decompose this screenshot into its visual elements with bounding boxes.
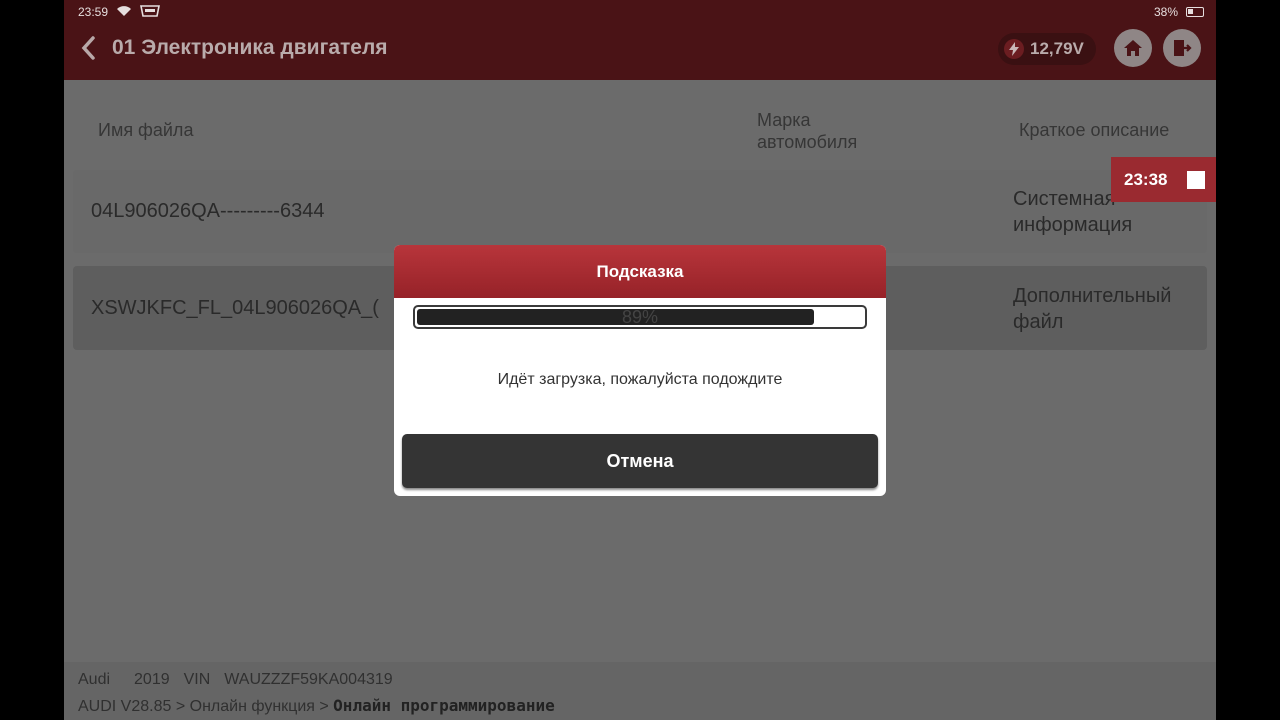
stop-icon[interactable] xyxy=(1187,170,1206,189)
breadcrumb-current: Онлайн программирование xyxy=(333,696,555,715)
home-icon xyxy=(1124,40,1142,56)
download-dialog: Подсказка 89% Идёт загрузка, пожалуйста … xyxy=(394,245,886,496)
voltage-value: 12,79V xyxy=(1030,39,1084,58)
dialog-message: Идёт загрузка, пожалуйста подождите xyxy=(497,371,783,388)
voltage-indicator: 12,79V xyxy=(998,33,1096,65)
dialog-title: Подсказка xyxy=(394,245,886,298)
download-progress-bar: 89% xyxy=(413,305,867,329)
battery-percent: 38% xyxy=(1153,5,1178,19)
breadcrumb: AUDI V28.85 > Онлайн функция > Онлайн пр… xyxy=(78,696,555,716)
column-header-description: Краткое описание xyxy=(1019,120,1170,140)
row-filename: 04L906026QA---------6344 xyxy=(91,200,325,222)
vehicle-info-footer: Audi 2019 VIN WAUZZZF59KA004319 AUDI V28… xyxy=(64,662,1216,720)
row-description: Дополнительный файл xyxy=(1013,285,1172,333)
home-button[interactable] xyxy=(1114,29,1152,67)
vehicle-make: Audi xyxy=(78,671,111,688)
progress-percent: 89% xyxy=(621,306,659,327)
chevron-left-icon xyxy=(81,36,95,60)
status-bar-left: 23:59 xyxy=(78,2,161,22)
header-bar: 23:59 38% 01 Электроника двигателя 12,79… xyxy=(64,0,1216,80)
lightning-icon xyxy=(1004,39,1024,59)
back-button[interactable] xyxy=(78,34,104,64)
exit-icon xyxy=(1174,40,1192,56)
breadcrumb-path: AUDI V28.85 > Онлайн функция > xyxy=(78,698,334,715)
vin-label: VIN xyxy=(183,671,211,688)
vin-value: WAUZZZF59KA004319 xyxy=(224,671,393,688)
table-row[interactable]: 04L906026QA---------6344 Системная инфор… xyxy=(73,170,1207,253)
row-filename: XSWJKFC_FL_04L906026QA_( xyxy=(91,297,379,319)
column-header-brand: Марка автомобиля xyxy=(757,110,858,152)
recording-timer[interactable]: 23:38 xyxy=(1111,157,1216,202)
exit-button[interactable] xyxy=(1163,29,1201,67)
battery-icon xyxy=(1186,7,1204,17)
cancel-button[interactable]: Отмена xyxy=(402,434,878,488)
page-title: 01 Электроника двигателя xyxy=(112,36,388,59)
status-bar-right: 38% xyxy=(1154,2,1204,22)
timer-value: 23:38 xyxy=(1124,169,1168,189)
wifi-icon xyxy=(116,5,132,20)
obd-connector-icon xyxy=(140,4,161,20)
vehicle-year: 2019 xyxy=(134,671,170,688)
column-header-filename: Имя файла xyxy=(98,120,194,140)
vehicle-info-line: Audi 2019 VIN WAUZZZF59KA004319 xyxy=(78,671,393,689)
status-time: 23:59 xyxy=(78,5,109,19)
